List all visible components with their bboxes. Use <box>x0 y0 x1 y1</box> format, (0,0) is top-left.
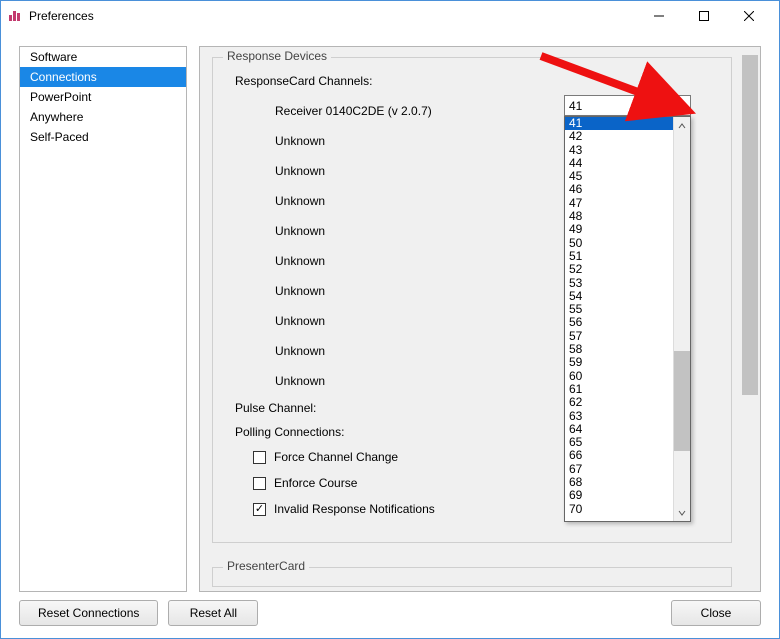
close-window-button[interactable] <box>726 1 771 31</box>
sidebar-item-software[interactable]: Software <box>20 47 186 67</box>
maximize-icon <box>699 11 709 21</box>
close-button[interactable]: Close <box>671 600 761 626</box>
checkbox-label: Force Channel Change <box>274 450 398 464</box>
response-devices-legend: Response Devices <box>223 49 331 63</box>
channel-option[interactable]: 43 <box>565 144 673 157</box>
channel-option[interactable]: 65 <box>565 436 673 449</box>
channel-option[interactable]: 45 <box>565 170 673 183</box>
channel-option[interactable]: 48 <box>565 210 673 223</box>
channel-option[interactable]: 41 <box>565 117 673 130</box>
main-panel: Response Devices ResponseCard Channels: … <box>199 46 761 592</box>
channel-option[interactable]: 59 <box>565 356 673 369</box>
channel-select-value: 41 <box>569 99 582 113</box>
close-icon <box>744 11 754 21</box>
channel-option[interactable]: 69 <box>565 489 673 502</box>
main-scrollbar-thumb[interactable] <box>742 55 758 395</box>
presentercard-group: PresenterCard <box>212 567 732 587</box>
channel-option[interactable]: 44 <box>565 157 673 170</box>
channel-option[interactable]: 61 <box>565 383 673 396</box>
channel-option[interactable]: 54 <box>565 290 673 303</box>
button-label: Reset All <box>190 606 237 620</box>
checkbox-icon <box>253 451 266 464</box>
sidebar-item-label: Connections <box>30 70 97 84</box>
window-title: Preferences <box>29 9 94 23</box>
channel-select[interactable]: 41 <box>564 95 691 116</box>
dropdown-scrollbar[interactable] <box>673 117 690 521</box>
channel-option[interactable]: 66 <box>565 449 673 462</box>
channel-option[interactable]: 60 <box>565 370 673 383</box>
checkbox-checked-icon: ✓ <box>253 503 266 516</box>
reset-all-button[interactable]: Reset All <box>168 600 258 626</box>
app-icon <box>9 11 23 21</box>
button-label: Reset Connections <box>38 606 139 620</box>
channel-dropdown[interactable]: 4142434445464748495051525354555657585960… <box>564 116 691 522</box>
channel-option[interactable]: 42 <box>565 130 673 143</box>
sidebar-item-label: PowerPoint <box>30 90 91 104</box>
channel-option[interactable]: 47 <box>565 197 673 210</box>
responsecard-channels-label: ResponseCard Channels: <box>235 74 721 88</box>
checkbox-label: Invalid Response Notifications <box>274 502 435 516</box>
main-scrollbar[interactable] <box>742 49 758 589</box>
maximize-button[interactable] <box>681 1 726 31</box>
sidebar: Software Connections PowerPoint Anywhere… <box>19 46 187 592</box>
sidebar-item-powerpoint[interactable]: PowerPoint <box>20 87 186 107</box>
minimize-icon <box>654 11 664 21</box>
sidebar-item-anywhere[interactable]: Anywhere <box>20 107 186 127</box>
button-label: Close <box>701 606 732 620</box>
presentercard-legend: PresenterCard <box>223 559 309 573</box>
channel-dropdown-list: 4142434445464748495051525354555657585960… <box>565 117 673 521</box>
dropdown-scrollbar-thumb[interactable] <box>674 351 690 451</box>
scroll-down-icon[interactable] <box>674 504 690 521</box>
channel-option[interactable]: 46 <box>565 183 673 196</box>
sidebar-item-label: Anywhere <box>30 110 83 124</box>
bottom-button-bar: Reset Connections Reset All Close <box>19 600 761 628</box>
channel-option[interactable]: 56 <box>565 316 673 329</box>
channel-option[interactable]: 57 <box>565 330 673 343</box>
reset-connections-button[interactable]: Reset Connections <box>19 600 158 626</box>
titlebar: Preferences <box>1 1 779 31</box>
minimize-button[interactable] <box>636 1 681 31</box>
channel-option[interactable]: 52 <box>565 263 673 276</box>
sidebar-item-label: Software <box>30 50 77 64</box>
sidebar-item-self-paced[interactable]: Self-Paced <box>20 127 186 147</box>
channel-option[interactable]: 49 <box>565 223 673 236</box>
channel-option[interactable]: 63 <box>565 410 673 423</box>
channel-option[interactable]: 51 <box>565 250 673 263</box>
scroll-up-icon[interactable] <box>674 117 690 134</box>
checkbox-label: Enforce Course <box>274 476 357 490</box>
response-devices-group: Response Devices ResponseCard Channels: … <box>212 57 732 543</box>
channel-option[interactable]: 53 <box>565 277 673 290</box>
channel-option[interactable]: 55 <box>565 303 673 316</box>
sidebar-item-label: Self-Paced <box>30 130 89 144</box>
sidebar-item-connections[interactable]: Connections <box>20 67 186 87</box>
channel-option[interactable]: 64 <box>565 423 673 436</box>
channel-option[interactable]: 70 <box>565 503 673 516</box>
chevron-down-icon <box>676 100 686 110</box>
channel-option[interactable]: 67 <box>565 463 673 476</box>
channel-option[interactable]: 62 <box>565 396 673 409</box>
channel-option[interactable]: 50 <box>565 237 673 250</box>
channel-option[interactable]: 68 <box>565 476 673 489</box>
channel-option[interactable]: 58 <box>565 343 673 356</box>
checkbox-icon <box>253 477 266 490</box>
